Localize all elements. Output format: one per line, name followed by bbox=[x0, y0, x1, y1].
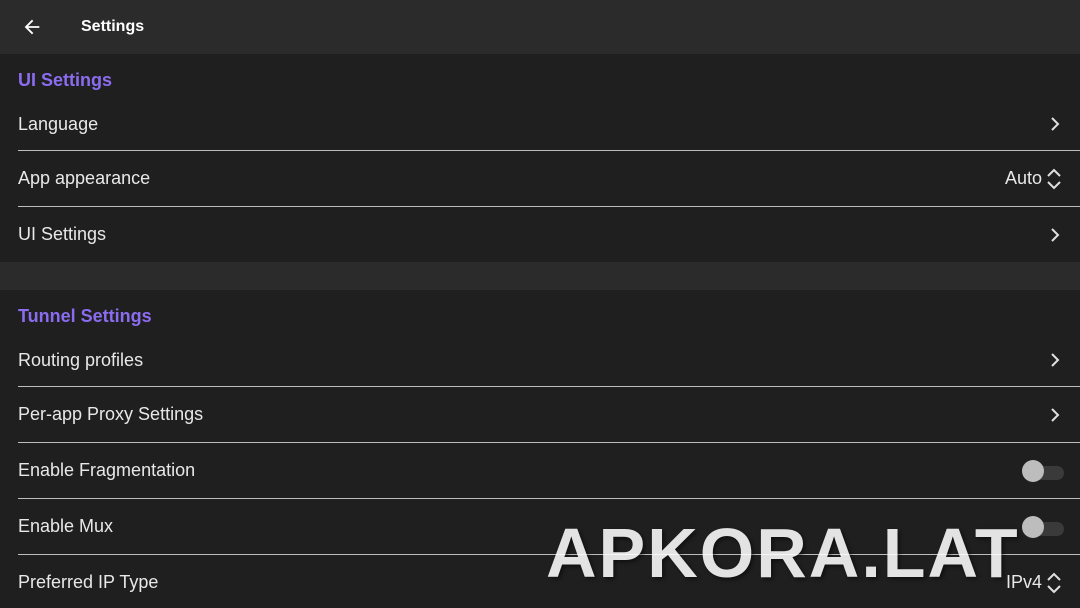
settings-screen: Settings UI Settings Language App appear… bbox=[0, 0, 1080, 608]
setting-app-appearance[interactable]: App appearance Auto bbox=[0, 151, 1080, 206]
setting-label: Language bbox=[18, 113, 99, 134]
fragmentation-toggle[interactable] bbox=[1022, 459, 1066, 482]
setting-value: IPv4 bbox=[1005, 572, 1042, 592]
toggle-thumb bbox=[1022, 459, 1044, 482]
back-button[interactable] bbox=[18, 13, 46, 41]
setting-enable-fragmentation[interactable]: Enable Fragmentation bbox=[0, 443, 1080, 498]
toggle-thumb bbox=[1022, 515, 1044, 538]
mux-toggle[interactable] bbox=[1022, 515, 1066, 538]
section-separator bbox=[0, 262, 1080, 290]
page-title: Settings bbox=[81, 18, 145, 35]
chevron-right-icon bbox=[1048, 227, 1062, 243]
section-header-ui-settings: UI Settings bbox=[18, 70, 113, 90]
setting-label: Preferred IP Type bbox=[18, 572, 159, 592]
setting-label: Enable Fragmentation bbox=[18, 460, 196, 480]
setting-label: UI Settings bbox=[18, 224, 107, 244]
setting-routing-profiles[interactable]: Routing profiles bbox=[0, 334, 1080, 386]
setting-value: Auto bbox=[1004, 168, 1042, 188]
unfold-icon bbox=[1046, 168, 1062, 190]
section-tunnel-settings: Tunnel Settings Routing profiles Per-app… bbox=[0, 290, 1080, 608]
arrow-left-icon bbox=[24, 19, 40, 35]
setting-label: Per-app Proxy Settings bbox=[18, 404, 204, 424]
setting-label: Routing profiles bbox=[18, 349, 144, 370]
setting-preferred-ip-type[interactable]: Preferred IP Type IPv4 bbox=[0, 555, 1080, 608]
section-header-tunnel-settings: Tunnel Settings bbox=[18, 306, 152, 326]
chevron-right-icon bbox=[1048, 116, 1062, 132]
setting-enable-mux[interactable]: Enable Mux bbox=[0, 499, 1080, 554]
setting-label: Enable Mux bbox=[18, 516, 114, 536]
section-ui-settings: UI Settings Language App appearance Auto… bbox=[0, 54, 1080, 262]
chevron-right-icon bbox=[1048, 352, 1062, 368]
setting-ui-settings[interactable]: UI Settings bbox=[0, 207, 1080, 262]
setting-per-app-proxy[interactable]: Per-app Proxy Settings bbox=[0, 387, 1080, 442]
chevron-right-icon bbox=[1048, 407, 1062, 423]
setting-language[interactable]: Language bbox=[0, 98, 1080, 150]
unfold-icon bbox=[1046, 572, 1062, 594]
top-app-bar: Settings bbox=[0, 0, 1080, 54]
setting-label: App appearance bbox=[18, 168, 151, 188]
